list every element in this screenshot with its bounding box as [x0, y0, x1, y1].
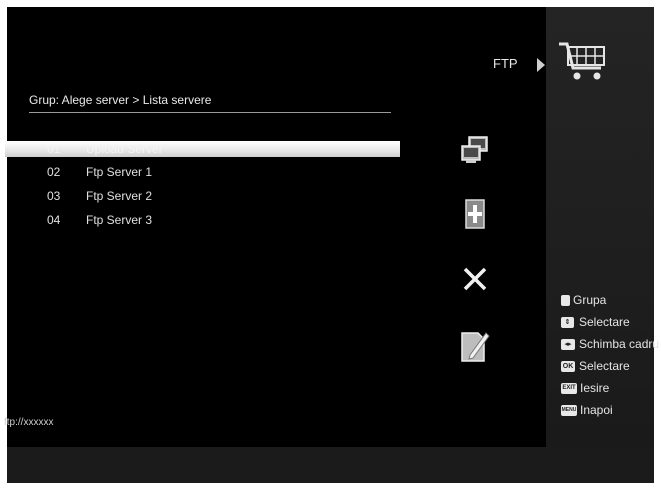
legend-label: Inapoi	[580, 403, 613, 417]
server-row-4[interactable]: 04 Ftp Server 3	[5, 209, 400, 233]
server-list: 01 Upload Server 02 Ftp Server 1 03 Ftp …	[5, 141, 400, 233]
server-number: 02	[47, 165, 61, 179]
white-key-icon	[561, 295, 570, 306]
server-row-2[interactable]: 02 Ftp Server 1	[5, 161, 400, 185]
breadcrumb: Grup: Alege server > Lista servere	[29, 93, 212, 107]
status-path: ftp://xxxxxx	[4, 417, 54, 428]
section-arrow-icon	[537, 58, 545, 72]
cart-icon	[559, 42, 605, 80]
server-name: Ftp Server 3	[86, 213, 153, 227]
section-label: FTP	[493, 56, 518, 71]
server-number: 03	[47, 189, 61, 203]
delete-x-icon[interactable]	[462, 266, 488, 292]
legend-label: Iesire	[580, 381, 610, 395]
server-name: Ftp Server 2	[86, 189, 153, 203]
legend-label: Grupa	[573, 293, 607, 307]
server-row-1[interactable]: 01 Upload Server	[5, 141, 400, 157]
server-name: Upload Server	[86, 142, 163, 156]
legend-label: Schimba cadru	[579, 337, 660, 351]
edit-pencil-icon[interactable]	[460, 329, 490, 363]
menu-key-icon: MENU	[561, 405, 577, 416]
legend-label: Selectare	[579, 315, 630, 329]
legend-label: Selectare	[579, 359, 630, 373]
ok-key-icon: OK	[561, 361, 575, 372]
server-number: 01	[47, 142, 61, 156]
network-computers-icon[interactable]	[460, 136, 490, 164]
left-right-key-icon: ◂▸	[561, 339, 575, 350]
server-row-3[interactable]: 03 Ftp Server 2	[5, 185, 400, 209]
up-down-key-icon: ⇕	[561, 317, 574, 328]
breadcrumb-divider	[29, 112, 391, 113]
server-name: Ftp Server 1	[86, 165, 153, 179]
server-number: 04	[47, 213, 61, 227]
add-icon[interactable]	[465, 199, 485, 229]
bottom-strip	[7, 447, 654, 483]
exit-key-icon: EXIT	[561, 383, 577, 394]
